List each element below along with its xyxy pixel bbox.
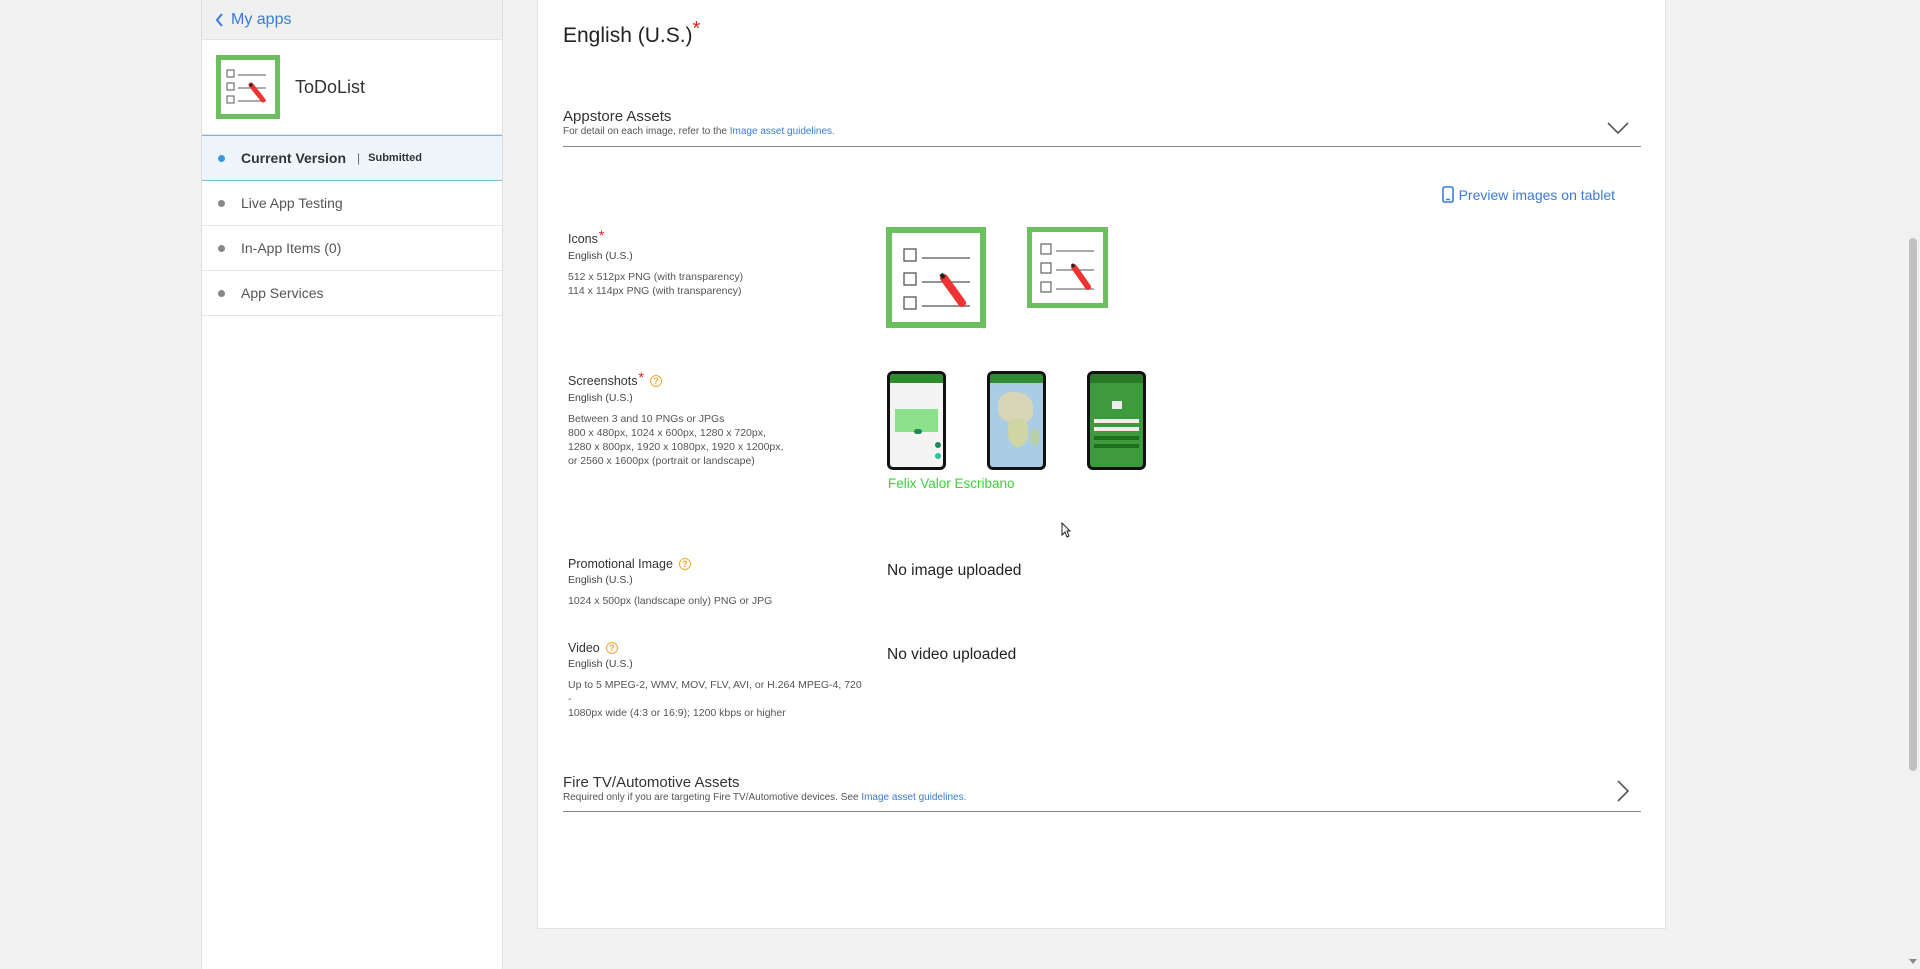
promotional-image-row: Promotional Image? English (U.S.) 1024 x… [568,557,868,608]
scroll-down-arrow-icon[interactable] [1909,959,1917,964]
image-asset-guidelines-link[interactable]: Image asset guidelines. [730,126,835,137]
asset-name: Video? [568,641,868,655]
screenshots-row: Screenshots *? English (U.S.) Between 3 a… [568,369,868,468]
asset-name: Promotional Image? [568,557,868,571]
status-badge: Submitted [368,152,422,164]
asset-language: English (U.S.) [568,250,633,262]
large-app-icon-image[interactable] [886,227,986,328]
section-title: Fire TV/Automotive Assets [563,774,740,791]
section-subtitle: Required only if you are targeting Fire … [563,792,1641,803]
tablet-icon [1441,186,1454,203]
asset-language: English (U.S.) [568,392,633,404]
subtitle-text: For detail on each image, refer to the [563,126,730,137]
video-row: Video? English (U.S.) Up to 5 MPEG-2, WM… [568,641,868,720]
preview-on-tablet-link[interactable]: Preview images on tablet [1441,186,1615,203]
icons-row: Icons * English (U.S.) 512 x 512px PNG (w… [568,227,868,298]
asset-name-text: Video [568,641,600,655]
asset-name-text: Promotional Image [568,557,673,571]
section-title: Appstore Assets [563,108,672,125]
app-icon [216,55,280,119]
image-asset-guidelines-link[interactable]: Image asset guidelines. [861,792,966,803]
small-app-icon-image[interactable] [1027,227,1108,308]
asset-name: Icons * [568,227,868,247]
bullet-icon [218,289,225,297]
section-subtitle: For detail on each image, refer to the I… [563,126,1641,137]
chevron-right-icon[interactable] [1617,780,1630,807]
page-title: English (U.S.)* [563,18,700,48]
app-header: ToDoList [202,40,502,135]
asset-language: English (U.S.) [568,574,633,586]
separator: | [357,151,361,165]
main-panel: English (U.S.)* Appstore Assets For deta… [537,0,1666,929]
sidebar-item-label: App Services [241,285,324,301]
sidebar-item-live-app-testing[interactable]: Live App Testing [202,181,502,226]
asset-name-text: Icons [568,232,598,246]
sidebar-item-label: Current Version [241,150,347,166]
bullet-icon [218,244,225,252]
help-icon[interactable]: ? [678,558,691,570]
help-icon[interactable]: ? [649,375,662,387]
required-asterisk: * [638,369,644,385]
required-asterisk: * [692,18,701,40]
asset-name-text: Screenshots [568,374,638,388]
asset-spec: 1024 x 500px (landscape only) PNG or JPG [568,595,773,607]
sidebar-item-label: Live App Testing [241,195,343,211]
bullet-icon [218,154,225,162]
fire-tv-assets-section-header[interactable]: Fire TV/Automotive Assets Required only … [563,774,1641,812]
appstore-assets-section-header[interactable]: Appstore Assets For detail on each image… [563,108,1641,147]
bullet-icon [218,199,225,207]
sidebar-item-in-app-items[interactable]: In-App Items (0) [202,226,502,271]
sidebar-item-app-services[interactable]: App Services [202,271,502,316]
screenshot-thumbnail[interactable] [1087,371,1146,470]
subtitle-text: Required only if you are targeting Fire … [563,792,862,803]
help-icon[interactable]: ? [605,642,618,654]
language-title-text: English (U.S.) [563,24,693,47]
asset-language: English (U.S.) [568,658,633,670]
asset-spec: 512 x 512px PNG (with transparency) 114 … [568,271,744,297]
asset-spec: Up to 5 MPEG-2, WMV, MOV, FLV, AVI, or H… [568,679,862,719]
app-name: ToDoList [295,76,366,97]
no-image-uploaded-text: No image uploaded [887,562,1022,579]
required-asterisk: * [598,227,605,243]
sidebar-item-label: In-App Items (0) [241,240,342,256]
sidebar-item-current-version[interactable]: Current Version | Submitted [202,135,502,181]
chevron-left-icon [215,12,224,27]
mouse-cursor-icon [1061,521,1072,543]
screenshot-thumbnail[interactable] [887,371,946,470]
preview-link-label: Preview images on tablet [1458,186,1615,203]
back-label: My apps [231,10,292,28]
asset-spec: Between 3 and 10 PNGs or JPGs 800 x 480p… [568,413,784,467]
no-video-uploaded-text: No video uploaded [887,646,1017,663]
scrollbar-thumb[interactable] [1909,238,1917,771]
screenshot-thumbnail[interactable] [987,371,1046,470]
screenshot-author: Felix Valor Escribano [888,476,1015,491]
sidebar: My apps ToDoList Current Version | Submi… [201,0,503,969]
back-to-my-apps-link[interactable]: My apps [202,0,502,40]
page-scrollbar[interactable] [1906,0,1920,969]
chevron-down-icon[interactable] [1607,121,1629,139]
asset-name: Screenshots *? [568,369,868,389]
